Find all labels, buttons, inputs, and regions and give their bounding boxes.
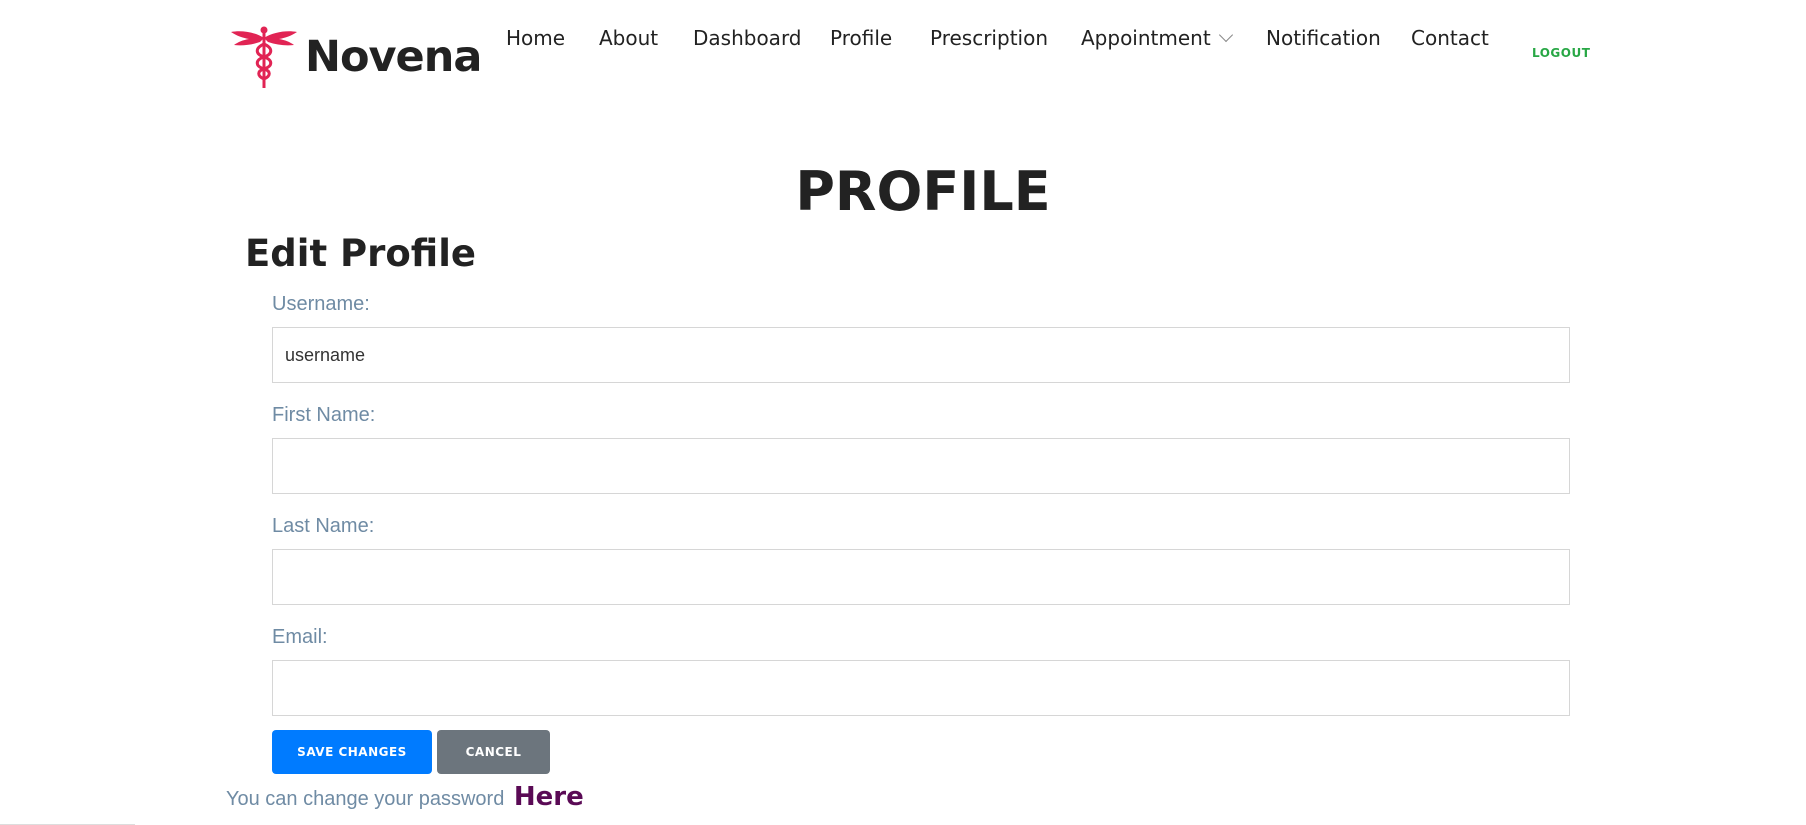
change-password-link[interactable]: Here (514, 782, 584, 812)
first-name-input[interactable] (272, 438, 1570, 494)
chevron-down-icon (1218, 27, 1233, 43)
nav-item-about[interactable]: About (599, 26, 658, 50)
nav-item-dashboard[interactable]: Dashboard (693, 26, 802, 50)
section-title: Edit Profile (245, 232, 476, 275)
nav-item-appointment-label: Appointment (1081, 26, 1211, 50)
last-name-input[interactable] (272, 549, 1570, 605)
nav-item-notification[interactable]: Notification (1266, 26, 1381, 50)
caduceus-icon (229, 24, 299, 90)
nav-item-prescription[interactable]: Prescription (930, 26, 1048, 50)
username-input[interactable] (272, 327, 1570, 383)
cancel-button[interactable]: CANCEL (437, 730, 550, 774)
save-changes-button[interactable]: SAVE CHANGES (272, 730, 432, 774)
username-label: Username: (272, 293, 370, 315)
last-name-label: Last Name: (272, 515, 375, 537)
email-input[interactable] (272, 660, 1570, 716)
password-change-note: You can change your password Here (226, 782, 584, 812)
password-change-text: You can change your password (226, 788, 505, 810)
nav-item-home[interactable]: Home (506, 26, 565, 50)
nav-item-appointment[interactable]: Appointment (1081, 26, 1233, 50)
nav-item-contact[interactable]: Contact (1411, 26, 1489, 50)
nav-item-profile[interactable]: Profile (830, 26, 892, 50)
brand-name: Novena (305, 32, 482, 82)
site-header: Novena Home About Dashboard Profile Pres… (0, 0, 1806, 110)
brand-logo[interactable]: Novena (229, 24, 482, 90)
email-label: Email: (272, 626, 328, 648)
first-name-label: First Name: (272, 404, 376, 426)
logout-link[interactable]: LOGOUT (1532, 46, 1590, 60)
page-title: PROFILE (795, 160, 1051, 223)
